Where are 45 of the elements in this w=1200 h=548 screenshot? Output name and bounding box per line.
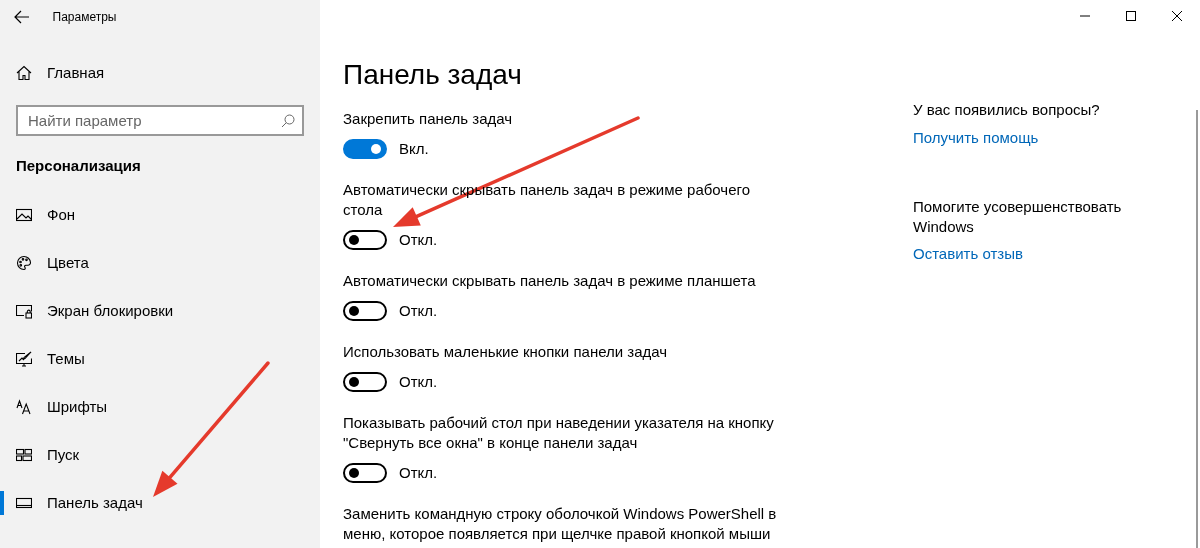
close-icon bbox=[1172, 11, 1182, 21]
start-tiles-icon bbox=[16, 447, 32, 463]
toggle-state: Откл. bbox=[399, 463, 438, 483]
search-field[interactable]: Найти параметр bbox=[16, 105, 304, 136]
page-title: Панель задач bbox=[343, 58, 523, 92]
toggle-switch[interactable] bbox=[343, 230, 387, 250]
toggle-switch[interactable] bbox=[343, 372, 387, 392]
fonts-icon bbox=[16, 399, 32, 415]
sidebar-item[interactable]: Панель задач bbox=[0, 479, 320, 527]
sidebar-item[interactable]: Фон bbox=[0, 191, 320, 239]
toggle-switch[interactable] bbox=[343, 139, 387, 159]
toggle-state: Вкл. bbox=[399, 139, 429, 159]
toggle-state: Откл. bbox=[399, 230, 438, 250]
taskbar-icon bbox=[16, 495, 32, 511]
sidebar-item[interactable]: Пуск bbox=[0, 431, 320, 479]
toggle-switch[interactable] bbox=[343, 463, 387, 483]
sidebar-item[interactable]: Шрифты bbox=[0, 383, 320, 431]
home-link[interactable]: Главная bbox=[47, 61, 105, 85]
section-heading: Персонализация bbox=[16, 156, 142, 176]
feedback-text: Помогите усовершенствовать Windows bbox=[913, 196, 1123, 237]
picture-icon bbox=[16, 207, 32, 223]
toggle-state: Откл. bbox=[399, 372, 438, 392]
help-question: У вас появились вопросы? bbox=[913, 100, 1100, 120]
monitor-brush-icon bbox=[16, 351, 32, 367]
setting-label: Показывать рабочий стол при наведении указателя на кнопку "Свернуть все окна" в конце панели задач bbox=[343, 413, 775, 453]
setting-label: Закрепить панель задач bbox=[343, 109, 514, 129]
sidebar-item[interactable]: Цвета bbox=[0, 239, 320, 287]
maximize-icon bbox=[1126, 11, 1136, 21]
toggle-state: Откл. bbox=[399, 301, 438, 321]
palette-icon bbox=[16, 255, 32, 271]
lock-screen-icon bbox=[16, 303, 32, 319]
window-title: Параметры bbox=[52, 9, 117, 26]
home-icon bbox=[16, 65, 32, 81]
scrollbar[interactable] bbox=[1196, 110, 1198, 548]
help-link[interactable]: Получить помощь bbox=[913, 127, 1039, 148]
sidebar-item[interactable]: Экран блокировки bbox=[0, 287, 320, 335]
setting-label: Заменить командную строку оболочкой Windows PowerShell в меню, которое появляется при щелчке правой кнопкой мыши bbox=[343, 504, 778, 544]
setting-label: Автоматически скрывать панель задач в режиме планшета bbox=[343, 271, 757, 291]
setting-label: Использовать маленькие кнопки панели задач bbox=[343, 342, 669, 362]
feedback-link[interactable]: Оставить отзыв bbox=[913, 243, 1023, 264]
search-icon[interactable] bbox=[281, 114, 295, 128]
toggle-switch[interactable] bbox=[343, 301, 387, 321]
back-button[interactable] bbox=[14, 10, 30, 24]
minimize-icon bbox=[1080, 15, 1090, 17]
sidebar-item[interactable]: Темы bbox=[0, 335, 320, 383]
